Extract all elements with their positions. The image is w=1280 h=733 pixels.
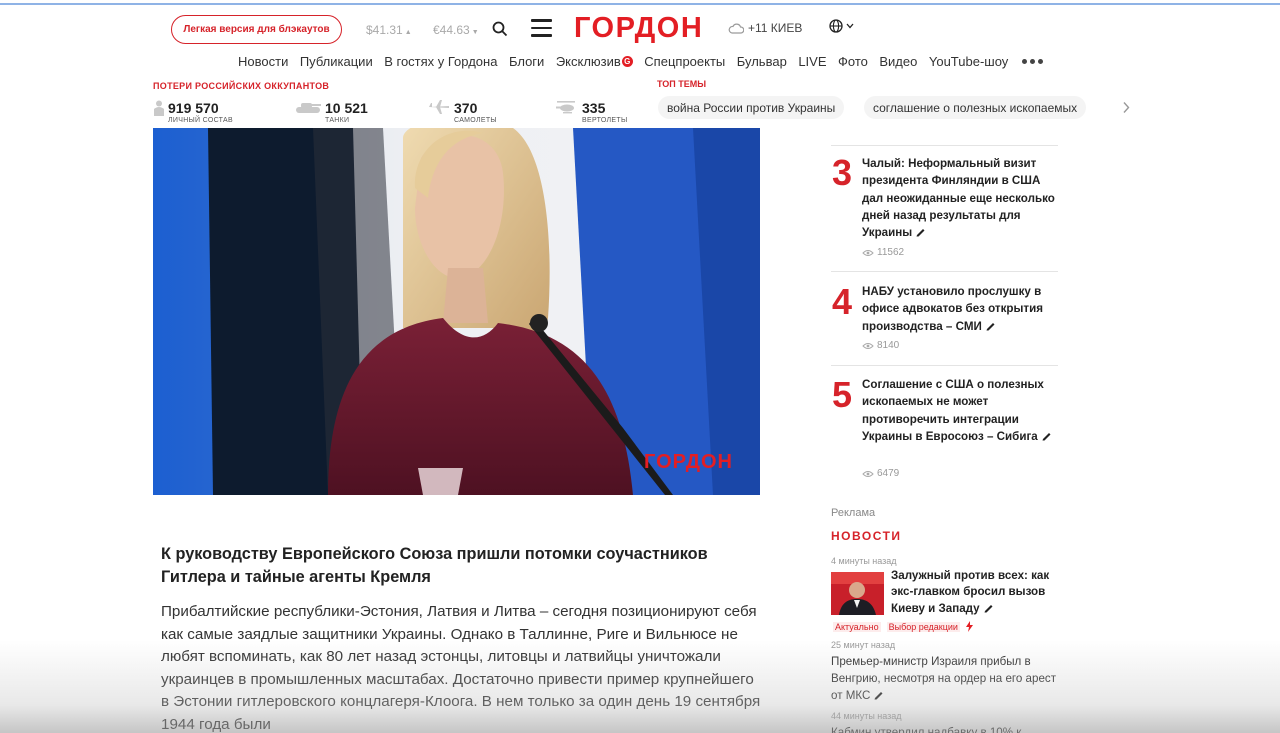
news-thumbnail-image [831,572,884,615]
nav-item-blogs[interactable]: Блоги [509,54,544,69]
news-time: 25 минут назад [831,640,896,650]
nav-item-photo[interactable]: Фото [838,54,868,69]
popular-item-title[interactable]: Соглашение с США о полезных ископаемых н… [862,376,1062,445]
nav-item-news[interactable]: Новости [238,54,288,69]
top-topics-title: ТОП ТЕМЫ [657,79,707,89]
popular-divider [831,271,1058,272]
popular-item-text: НАБУ установило прослушку в офисе адвока… [862,285,1043,333]
news-tags: Актуально Выбор редакции [833,621,973,632]
article-lead: Прибалтийские республики-Эстония, Латвия… [161,603,761,733]
losses-personnel-value: 919 570 [168,100,219,116]
losses-helicopters-label: ВЕРТОЛЕТЫ [582,117,628,124]
nav-item-live[interactable]: LIVE [798,54,826,69]
usd-rate: $41.31 ▲ [366,23,412,37]
article-headline: К руководству Европейского Союза пришли … [161,545,708,586]
more-menu-icon[interactable] [1021,58,1043,64]
popular-views: 8140 [862,340,899,351]
news-item-text: Премьер-министр Израиля прибыл в Венгрию… [831,655,1057,702]
main-nav: Новости Публикации В гостях у Гордона Бл… [238,52,1043,70]
pen-icon [874,692,883,700]
tank-icon [296,103,321,113]
plane-icon [429,100,449,114]
losses-planes-value: 370 [454,100,478,116]
losses-tanks-value: 10 521 [325,100,368,116]
menu-icon[interactable] [531,19,552,37]
usd-value: $41.31 [366,23,403,37]
pen-icon [916,229,925,237]
weather-text: +11 КИЕВ [748,21,803,35]
globe-icon [829,19,843,33]
tag-editors-choice[interactable]: Выбор редакции [886,621,960,632]
losses-planes-label: САМОЛЕТЫ [454,117,497,124]
news-time: 44 минуты назад [831,711,902,721]
news-item-title[interactable]: Премьер-министр Израиля прибыл в Венгрию… [831,653,1066,704]
nav-item-video[interactable]: Видео [879,54,917,69]
popular-rank: 3 [832,152,853,193]
views-count: 8140 [877,340,900,351]
popular-rank: 4 [832,281,853,322]
exclusive-badge-icon: G [621,55,633,67]
news-section-title[interactable]: НОВОСТИ [831,529,902,543]
weather-widget[interactable]: +11 КИЕВ [728,21,802,35]
rate-down-icon: ▼ [471,29,479,36]
nav-item-exclusive[interactable]: Эксклюзив G [556,54,633,69]
pen-icon [984,604,993,613]
eye-icon [862,342,874,349]
news-item-text: Залужный против всех: как экс-главком бр… [891,569,1050,615]
popular-views: 11562 [862,247,904,258]
eur-value: €44.63 [433,23,470,37]
popular-views: 6479 [862,468,899,479]
nav-item-youtube[interactable]: YouTube-шоу [929,54,1008,69]
eye-icon [862,249,874,256]
browser-top-line [0,3,1280,5]
popular-divider [831,365,1058,366]
nav-item-publications[interactable]: Публикации [300,54,373,69]
nav-item-exclusive-label: Эксклюзив [555,53,621,69]
losses-personnel-label: ЛИЧНЫЙ СОСТАВ [168,117,233,124]
lightning-icon [965,621,973,632]
light-version-button[interactable]: Легкая версия для блэкаутов [171,15,342,44]
search-icon[interactable] [492,21,508,37]
pen-icon [986,322,995,331]
eye-icon [862,470,874,477]
photo-watermark: ГОРДОН [644,451,733,473]
news-time: 4 минуты назад [831,556,897,566]
nav-item-boulevard[interactable]: Бульвар [737,54,787,69]
ad-label: Реклама [831,507,876,519]
popular-item-text: Соглашение с США о полезных ископаемых н… [862,378,1044,443]
popular-item-text: Чалый: Неформальный визит президента Фин… [862,157,1055,240]
news-item-title[interactable]: Кабмин утвердил надбавку в 10% к [831,724,1066,733]
news-item-title[interactable]: Залужный против всех: как экс-главком бр… [891,568,1061,617]
losses-helicopters-value: 335 [582,100,606,116]
chevron-down-icon [846,23,854,29]
language-selector[interactable] [829,19,854,33]
eur-rate: €44.63 ▼ [433,23,479,37]
views-count: 11562 [877,247,905,258]
nav-item-special-projects[interactable]: Спецпроекты [644,54,725,69]
topic-chip[interactable]: война России против Украины [658,96,845,119]
site-logo[interactable]: ГОРДОН [574,12,703,45]
soldier-icon [154,100,164,116]
article-photo: ГОРДОН [153,128,760,495]
rate-up-icon: ▲ [404,29,412,36]
losses-tanks-label: ТАНКИ [325,117,350,124]
cloud-icon [728,23,744,34]
news-thumbnail[interactable] [831,572,884,615]
topic-chip[interactable]: соглашение о полезных ископаемых [864,96,1087,119]
article-photo-image [153,128,760,495]
helicopter-icon [556,101,575,114]
popular-item-title[interactable]: Чалый: Неформальный визит президента Фин… [862,155,1062,241]
nav-item-guests[interactable]: В гостях у Гордона [384,54,497,69]
chevron-right-icon[interactable] [1122,101,1130,114]
pen-icon [1042,432,1051,441]
losses-title: ПОТЕРИ РОССИЙСКИХ ОККУПАНТОВ [153,81,330,91]
tag-actual[interactable]: Актуально [833,621,881,632]
views-count: 6479 [877,468,900,479]
popular-divider [831,145,1058,146]
popular-item-title[interactable]: НАБУ установило прослушку в офисе адвока… [862,283,1062,335]
popular-rank: 5 [832,374,853,415]
